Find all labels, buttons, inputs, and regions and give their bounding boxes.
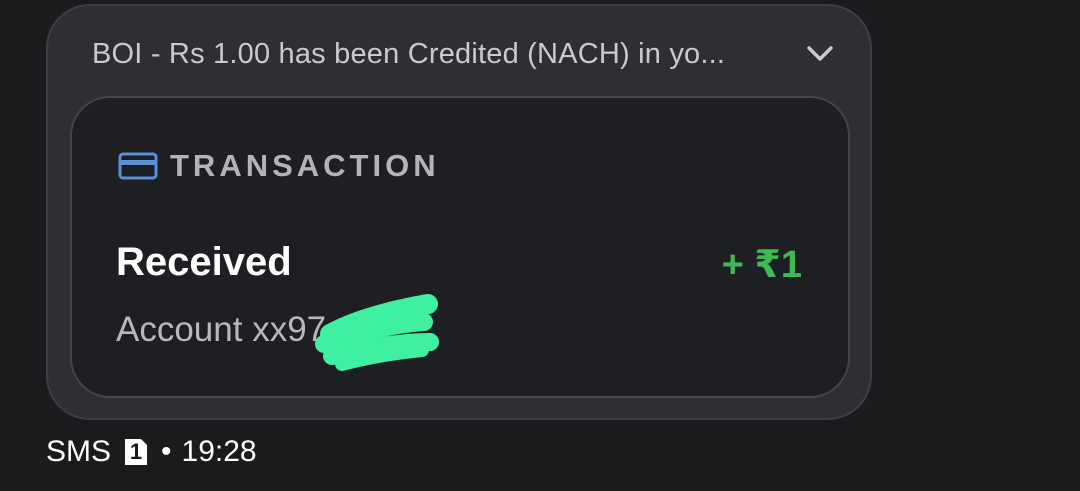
card-header: TRANSACTION [118,146,440,186]
message-time: 19:28 [181,435,257,468]
transaction-amount: + ₹1 [721,244,802,286]
message-preview-row[interactable]: BOI - Rs 1.00 has been Credited (NACH) i… [92,32,833,76]
message-meta: SMS 1 • 19:28 [46,432,257,472]
meta-separator: • [161,435,172,468]
redaction-scribble [315,294,439,371]
sim-slot-number: 1 [129,439,143,464]
credit-card-icon [118,151,158,181]
channel-label: SMS [46,435,112,468]
message-preview-text: BOI - Rs 1.00 has been Credited (NACH) i… [92,37,726,70]
transaction-card[interactable]: TRANSACTION Received + ₹1 Account xx97 [70,96,850,398]
transaction-title: Received [116,240,292,284]
chevron-down-icon[interactable] [804,34,836,74]
account-number: Account xx97 [116,310,327,349]
message-bubble[interactable]: BOI - Rs 1.00 has been Credited (NACH) i… [46,4,872,420]
category-label: TRANSACTION [170,148,440,183]
sim-card-icon: 1 [123,437,149,467]
